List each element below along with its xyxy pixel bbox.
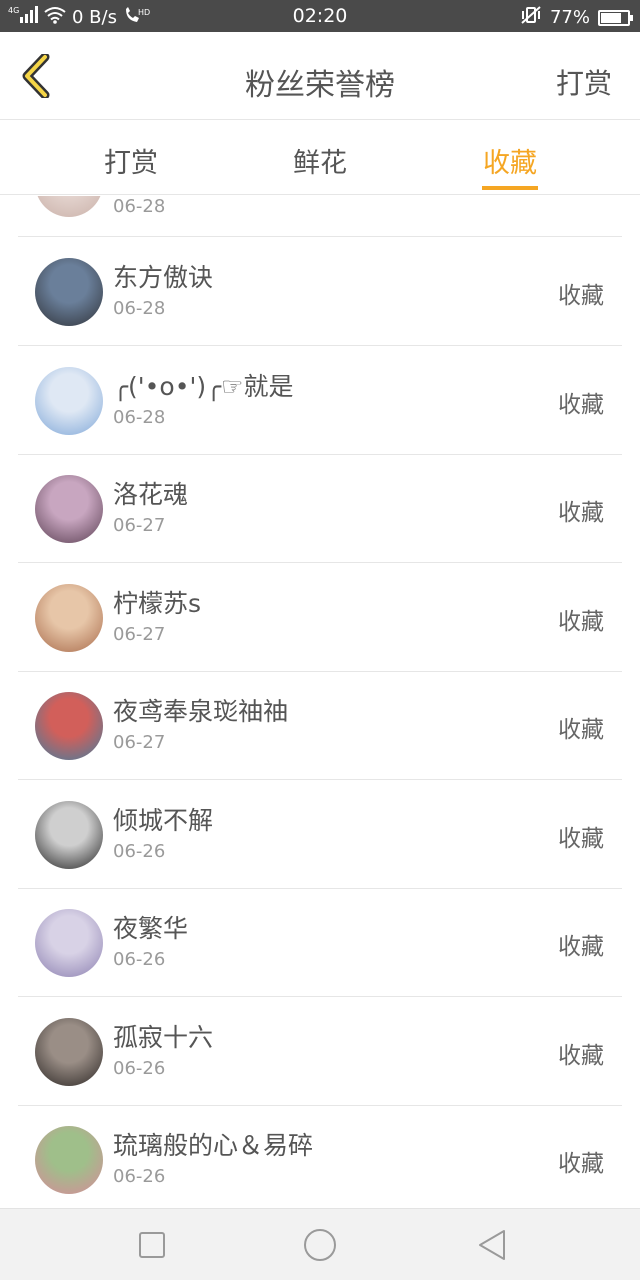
item-date: 06-28 <box>113 298 166 319</box>
avatar <box>35 196 103 217</box>
square-icon <box>139 1232 165 1258</box>
tab-reward[interactable]: 打赏 <box>76 141 186 180</box>
list-item[interactable]: 孤寂十六 06-26 收藏 <box>18 998 622 1106</box>
item-date: 06-27 <box>113 515 166 536</box>
favorite-label: 收藏 <box>558 934 604 960</box>
user-name: 洛花魂 <box>113 480 189 509</box>
app-header: 粉丝荣誉榜 打赏 <box>0 32 640 120</box>
user-name: 孤寂十六 <box>113 1022 214 1052</box>
item-date: 06-27 <box>113 732 166 753</box>
vibrate-off-icon <box>520 5 542 30</box>
avatar <box>35 1017 103 1086</box>
favorite-label: 收藏 <box>558 500 604 526</box>
status-bar: 4G 0 B/s HD 02:20 77% <box>0 0 640 32</box>
list-item[interactable]: 夜繁华 06-26 收藏 <box>18 889 622 997</box>
list-item[interactable]: 琉璃般的心＆易碎 06-26 收藏 <box>18 1106 622 1208</box>
active-tab-indicator <box>482 186 538 190</box>
back-nav-button[interactable] <box>474 1227 510 1263</box>
user-name: 夜鸢奉泉珳䄂䄂 <box>113 697 289 726</box>
favorite-label: 收藏 <box>558 608 604 635</box>
item-date: 06-26 <box>113 949 166 970</box>
user-name: 夜繁华 <box>113 914 189 943</box>
page-title: 粉丝荣誉榜 <box>245 68 395 103</box>
circle-icon <box>304 1229 336 1261</box>
list-item[interactable]: 倾城不解 06-26 收藏 <box>18 781 622 889</box>
tab-bar: 打赏 鲜花 收藏 <box>0 121 640 195</box>
user-name: 柠檬苏s <box>113 588 202 618</box>
tab-flowers[interactable]: 鲜花 <box>265 141 375 180</box>
avatar <box>35 909 103 977</box>
list-item[interactable]: 夜鸢奉泉珳䄂䄂 06-27 收藏 <box>18 672 622 780</box>
triangle-back-icon <box>479 1230 505 1260</box>
item-date: 06-27 <box>113 623 166 645</box>
item-date: 06-26 <box>113 1166 166 1187</box>
user-name: 东方傲诀 <box>113 263 214 292</box>
tab-favorites[interactable]: 收藏 <box>455 141 565 180</box>
item-date: 06-26 <box>113 840 166 862</box>
favorite-label: 收藏 <box>558 1042 604 1069</box>
favorite-label: 收藏 <box>558 825 604 852</box>
home-button[interactable] <box>302 1227 338 1263</box>
reward-button[interactable]: 打赏 <box>556 62 612 102</box>
favorite-label: 收藏 <box>558 717 604 743</box>
fans-list: 06-28 东方傲诀 06-28 收藏 ╭('•o•')╭☞就是 06-28 收藏 洛花魂 0… <box>0 196 640 1208</box>
avatar <box>35 258 103 326</box>
list-item[interactable]: 洛花魂 06-27 收藏 <box>18 455 622 563</box>
list-item[interactable]: 东方傲诀 06-28 收藏 <box>18 238 622 346</box>
list-item[interactable]: 柠檬苏s 06-27 收藏 <box>18 564 622 672</box>
avatar <box>35 800 103 869</box>
user-name: 琉璃般的心＆易碎 <box>113 1131 314 1160</box>
user-name: ╭('•o•')╭☞就是 <box>113 371 294 401</box>
item-date: 06-28 <box>113 406 166 428</box>
user-name: 倾城不解 <box>113 805 214 835</box>
battery-icon <box>598 9 633 26</box>
system-nav-bar <box>0 1208 640 1280</box>
favorite-label: 收藏 <box>558 391 604 418</box>
list-item[interactable]: ╭('•o•')╭☞就是 06-28 收藏 <box>18 347 622 455</box>
item-date: 06-28 <box>113 196 166 217</box>
recent-apps-button[interactable] <box>134 1227 170 1263</box>
favorite-label: 收藏 <box>558 1151 604 1177</box>
favorite-label: 收藏 <box>558 283 604 309</box>
avatar <box>35 475 103 543</box>
battery-percent: 77% <box>549 7 590 28</box>
battery-level <box>601 12 621 23</box>
avatar <box>35 583 103 652</box>
list-item-partial[interactable]: 06-28 <box>18 196 622 237</box>
avatar <box>35 1126 103 1194</box>
status-right: 77% <box>520 5 633 30</box>
avatar <box>35 366 103 435</box>
avatar <box>35 692 103 760</box>
item-date: 06-26 <box>113 1057 166 1079</box>
